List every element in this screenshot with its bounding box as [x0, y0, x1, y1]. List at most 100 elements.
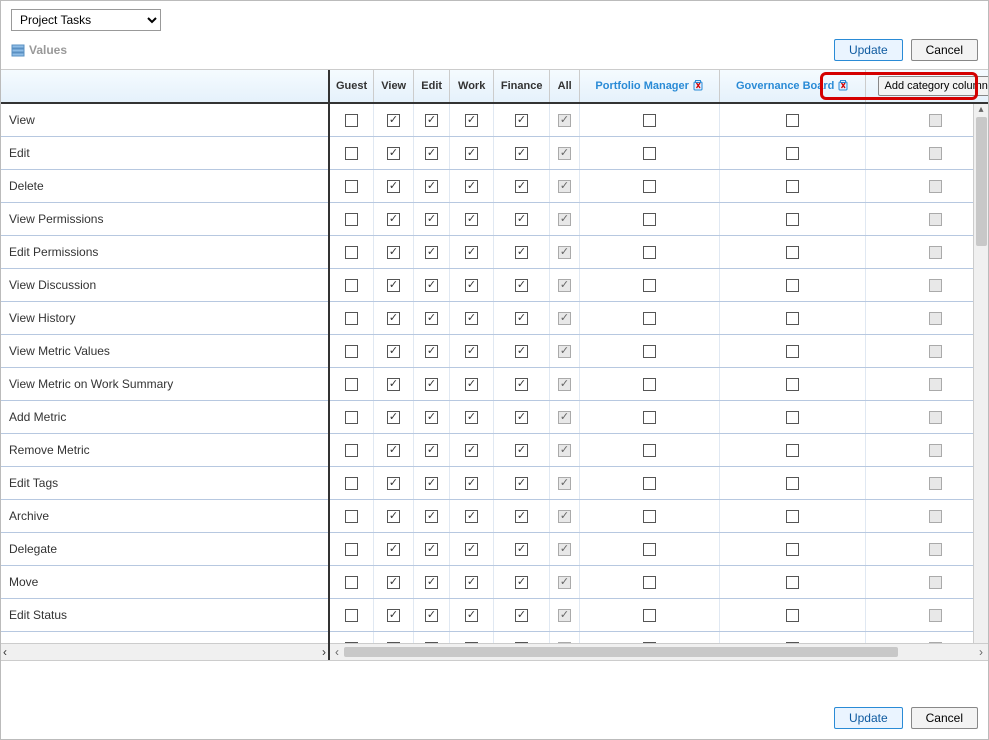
- permission-checkbox[interactable]: [345, 576, 358, 589]
- permission-checkbox[interactable]: [786, 510, 799, 523]
- permission-checkbox[interactable]: [465, 411, 478, 424]
- permission-checkbox[interactable]: [425, 279, 438, 292]
- permission-checkbox[interactable]: [643, 411, 656, 424]
- permission-checkbox[interactable]: [387, 543, 400, 556]
- permission-checkbox[interactable]: [345, 246, 358, 259]
- permission-checkbox[interactable]: [786, 114, 799, 127]
- permission-checkbox[interactable]: [643, 213, 656, 226]
- permission-checkbox[interactable]: [345, 510, 358, 523]
- permission-checkbox[interactable]: [643, 147, 656, 160]
- permission-checkbox[interactable]: [515, 543, 528, 556]
- permission-checkbox[interactable]: [558, 312, 571, 325]
- permission-checkbox[interactable]: [558, 411, 571, 424]
- permission-checkbox[interactable]: [387, 576, 400, 589]
- permission-checkbox[interactable]: [387, 213, 400, 226]
- permission-checkbox[interactable]: [345, 411, 358, 424]
- permission-checkbox[interactable]: [345, 378, 358, 391]
- permission-checkbox[interactable]: [786, 444, 799, 457]
- permission-checkbox[interactable]: [515, 180, 528, 193]
- permission-checkbox[interactable]: [345, 180, 358, 193]
- permission-checkbox[interactable]: [345, 114, 358, 127]
- permission-checkbox[interactable]: [425, 444, 438, 457]
- entity-select[interactable]: Project Tasks: [11, 9, 161, 31]
- permission-checkbox[interactable]: [465, 477, 478, 490]
- permission-checkbox[interactable]: [558, 180, 571, 193]
- delete-column-icon[interactable]: [692, 79, 704, 94]
- permission-checkbox[interactable]: [558, 213, 571, 226]
- permission-checkbox[interactable]: [425, 510, 438, 523]
- permission-checkbox[interactable]: [786, 147, 799, 160]
- permission-checkbox[interactable]: [387, 444, 400, 457]
- permission-checkbox[interactable]: [786, 477, 799, 490]
- permission-checkbox[interactable]: [558, 510, 571, 523]
- permission-checkbox[interactable]: [465, 312, 478, 325]
- right-hscrollbar[interactable]: ‹ ›: [330, 643, 988, 660]
- permission-checkbox[interactable]: [786, 576, 799, 589]
- update-button-bottom[interactable]: Update: [834, 707, 903, 729]
- permission-checkbox[interactable]: [558, 543, 571, 556]
- permission-checkbox[interactable]: [515, 378, 528, 391]
- scroll-right-arrow-icon[interactable]: ›: [974, 645, 988, 659]
- permission-checkbox[interactable]: [465, 345, 478, 358]
- horizontal-scrollbar-thumb[interactable]: [344, 647, 898, 657]
- permission-checkbox[interactable]: [425, 114, 438, 127]
- permission-checkbox[interactable]: [643, 477, 656, 490]
- permission-checkbox[interactable]: [425, 213, 438, 226]
- permission-checkbox[interactable]: [465, 444, 478, 457]
- permission-checkbox[interactable]: [465, 114, 478, 127]
- permission-checkbox[interactable]: [558, 345, 571, 358]
- scroll-up-arrow-icon[interactable]: ▴: [974, 104, 988, 115]
- permission-checkbox[interactable]: [387, 345, 400, 358]
- update-button-top[interactable]: Update: [834, 39, 903, 61]
- permission-checkbox[interactable]: [465, 378, 478, 391]
- permission-checkbox[interactable]: [345, 279, 358, 292]
- permission-checkbox[interactable]: [786, 279, 799, 292]
- permission-checkbox[interactable]: [387, 510, 400, 523]
- permission-checkbox[interactable]: [465, 246, 478, 259]
- permission-checkbox[interactable]: [387, 114, 400, 127]
- permission-checkbox[interactable]: [387, 411, 400, 424]
- permission-checkbox[interactable]: [465, 279, 478, 292]
- permission-checkbox[interactable]: [558, 444, 571, 457]
- vertical-scrollbar[interactable]: ▴: [973, 104, 988, 643]
- add-category-column-button[interactable]: Add category column: [878, 76, 988, 96]
- permission-checkbox[interactable]: [643, 510, 656, 523]
- permission-checkbox[interactable]: [558, 114, 571, 127]
- permission-checkbox[interactable]: [425, 576, 438, 589]
- permission-checkbox[interactable]: [425, 147, 438, 160]
- permission-checkbox[interactable]: [515, 147, 528, 160]
- permission-checkbox[interactable]: [465, 543, 478, 556]
- permission-checkbox[interactable]: [345, 444, 358, 457]
- permission-checkbox[interactable]: [425, 312, 438, 325]
- permission-checkbox[interactable]: [345, 477, 358, 490]
- scroll-right-arrow-icon[interactable]: ›: [322, 645, 326, 659]
- permission-checkbox[interactable]: [558, 576, 571, 589]
- cancel-button-top[interactable]: Cancel: [911, 39, 978, 61]
- permission-checkbox[interactable]: [643, 279, 656, 292]
- permission-checkbox[interactable]: [786, 312, 799, 325]
- scroll-left-arrow-icon[interactable]: ‹: [330, 645, 344, 659]
- permission-checkbox[interactable]: [786, 345, 799, 358]
- permission-checkbox[interactable]: [558, 246, 571, 259]
- permission-checkbox[interactable]: [425, 180, 438, 193]
- col-header-portfolio-manager[interactable]: Portfolio Manager: [580, 70, 720, 102]
- permission-checkbox[interactable]: [643, 114, 656, 127]
- permission-checkbox[interactable]: [387, 180, 400, 193]
- permission-checkbox[interactable]: [643, 444, 656, 457]
- permission-checkbox[interactable]: [515, 114, 528, 127]
- permission-checkbox[interactable]: [515, 312, 528, 325]
- permission-checkbox[interactable]: [465, 147, 478, 160]
- permission-checkbox[interactable]: [425, 543, 438, 556]
- permission-checkbox[interactable]: [786, 543, 799, 556]
- permission-checkbox[interactable]: [558, 609, 571, 622]
- permission-checkbox[interactable]: [786, 180, 799, 193]
- left-hscrollbar[interactable]: ‹ ›: [1, 643, 328, 660]
- permission-checkbox[interactable]: [643, 576, 656, 589]
- permission-checkbox[interactable]: [387, 279, 400, 292]
- permission-checkbox[interactable]: [387, 477, 400, 490]
- vertical-scrollbar-thumb[interactable]: [976, 117, 987, 246]
- permission-checkbox[interactable]: [786, 246, 799, 259]
- permission-checkbox[interactable]: [643, 609, 656, 622]
- cancel-button-bottom[interactable]: Cancel: [911, 707, 978, 729]
- permission-checkbox[interactable]: [387, 378, 400, 391]
